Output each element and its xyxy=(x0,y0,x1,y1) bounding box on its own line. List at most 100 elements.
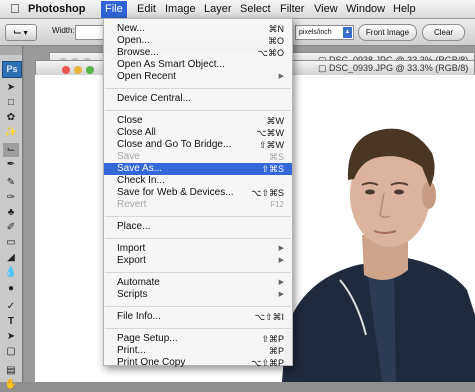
pen-tool-icon[interactable]: ✓ xyxy=(3,300,19,314)
menu-layer[interactable]: Layer xyxy=(204,3,232,15)
menu-item-label: Revert xyxy=(117,199,147,210)
zoom-window-button[interactable] xyxy=(86,66,94,74)
file-menu-dropdown: New... ⌘N Open... ⌘O Browse... ⌥⌘O Open As … xyxy=(103,18,293,369)
menu-bar:  Photoshop File Edit Image Layer Select… xyxy=(0,0,475,19)
menu-item-new[interactable]: New... ⌘N xyxy=(104,23,292,35)
menu-item-close-and-go-to-bridge[interactable]: Close and Go To Bridge... ⇧⌘W xyxy=(104,139,292,151)
menu-item-label: File Info... xyxy=(117,311,161,322)
menu-item-label: Place... xyxy=(117,221,151,232)
marquee-tool-icon[interactable]: □ xyxy=(3,96,19,110)
menu-item-shortcut: ⌘S xyxy=(268,152,284,162)
menu-item-label: Device Central... xyxy=(117,93,191,104)
menu-file[interactable]: File xyxy=(101,1,127,18)
menu-item-shortcut: ⌘W xyxy=(266,116,285,126)
menu-item-page-setup[interactable]: Page Setup... ⇧⌘P xyxy=(104,333,292,345)
history-brush-tool-icon[interactable]: ✐ xyxy=(3,221,19,235)
width-input[interactable] xyxy=(75,25,105,40)
dropdown-arrow-icon: ▼ xyxy=(22,30,30,37)
notes-tool-icon[interactable]: ▤ xyxy=(3,364,19,378)
menu-item-save-for-web[interactable]: Save for Web & Devices... ⌥⇧⌘S xyxy=(104,187,292,199)
menu-image[interactable]: Image xyxy=(165,3,196,15)
menu-item-label: Close and Go To Bridge... xyxy=(117,139,232,150)
menu-view[interactable]: View xyxy=(314,3,338,15)
path-selection-tool-icon[interactable]: ➤ xyxy=(3,330,19,344)
menu-item-shortcut: ⇧⌘S xyxy=(261,164,284,174)
menu-separator xyxy=(105,328,291,329)
menu-item-label: Close All xyxy=(117,127,156,138)
brush-tool-icon[interactable]: ✑ xyxy=(3,191,19,205)
portrait-image xyxy=(282,128,475,382)
menu-item-save: Save ⌘S xyxy=(104,151,292,163)
menu-item-save-as[interactable]: Save As... ⇧⌘S xyxy=(104,163,292,175)
menu-item-check-in[interactable]: Check In... xyxy=(104,175,292,187)
lasso-tool-icon[interactable]: ✿ xyxy=(3,111,19,125)
menu-item-shortcut: ⌥⇧⌘P xyxy=(251,358,284,368)
submenu-arrow-icon: ▶ xyxy=(278,73,284,80)
menu-item-import[interactable]: Import ▶ xyxy=(104,243,292,255)
select-arrows-icon: ▲ xyxy=(343,27,352,38)
tools-panel-header[interactable] xyxy=(0,46,22,55)
menu-item-label: Save As... xyxy=(117,163,163,174)
magic-wand-tool-icon[interactable]: ✨ xyxy=(3,126,19,140)
photoshop-logo: Ps xyxy=(2,61,22,78)
healing-brush-tool-icon[interactable]: ✎ xyxy=(3,176,19,190)
menu-item-shortcut: ⌥⇧⌘S xyxy=(251,188,284,198)
menu-item-label: Export xyxy=(117,255,146,266)
gradient-tool-icon[interactable]: ◢ xyxy=(3,251,19,265)
menu-item-label: New... xyxy=(117,23,145,34)
menu-item-browse[interactable]: Browse... ⌥⌘O xyxy=(104,47,292,59)
menu-item-print[interactable]: Print... ⌘P xyxy=(104,345,292,357)
move-tool-icon[interactable]: ➤ xyxy=(3,81,19,95)
menu-item-device-central[interactable]: Device Central... xyxy=(104,93,292,105)
shape-tool-icon[interactable]: ▢ xyxy=(3,345,19,359)
menu-item-open-recent[interactable]: Open Recent ▶ xyxy=(104,71,292,83)
eyedropper-tool-icon[interactable]: ✒ xyxy=(3,158,19,172)
document-icon: ▢ xyxy=(318,63,330,73)
menu-item-label: Print One Copy xyxy=(117,357,186,368)
dodge-tool-icon[interactable]: ● xyxy=(3,282,19,296)
menu-separator xyxy=(105,272,291,273)
menu-item-print-one-copy[interactable]: Print One Copy ⌥⇧⌘P xyxy=(104,357,292,369)
menu-item-open[interactable]: Open... ⌘O xyxy=(104,35,292,47)
submenu-arrow-icon: ▶ xyxy=(278,279,284,286)
menu-item-shortcut: ⇧⌘W xyxy=(258,140,284,150)
photo-portrait xyxy=(262,75,475,382)
front-image-button[interactable]: Front Image xyxy=(358,24,417,41)
resolution-units-select[interactable]: pixels/inch ▲ xyxy=(295,25,354,40)
minimize-window-button[interactable] xyxy=(74,66,82,74)
menu-item-scripts[interactable]: Scripts ▶ xyxy=(104,289,292,301)
menu-separator xyxy=(105,88,291,89)
document-title-text: DSC_0939.JPG @ 33.3% (RGB/8) xyxy=(329,63,469,73)
menu-item-label: Automate xyxy=(117,277,160,288)
menu-item-export[interactable]: Export ▶ xyxy=(104,255,292,267)
menu-item-close-all[interactable]: Close All ⌥⌘W xyxy=(104,127,292,139)
submenu-arrow-icon: ▶ xyxy=(278,257,284,264)
blur-tool-icon[interactable]: 💧 xyxy=(3,266,19,280)
menu-help[interactable]: Help xyxy=(393,3,416,15)
apple-menu-icon[interactable]:  xyxy=(10,2,20,16)
type-tool-icon[interactable]: T xyxy=(3,315,19,329)
close-window-button[interactable] xyxy=(62,66,70,74)
menu-select[interactable]: Select xyxy=(240,3,271,15)
menu-photoshop[interactable]: Photoshop xyxy=(28,3,85,15)
clone-stamp-tool-icon[interactable]: ♣ xyxy=(3,206,19,220)
clear-button[interactable]: Clear xyxy=(422,24,465,41)
crop-tool-icon[interactable]: ⌙ xyxy=(3,143,19,157)
crop-tool-preset-button[interactable]: ⌙▼ xyxy=(5,24,37,41)
document-title-0939: ▢ DSC_0939.JPG @ 33.3% (RGB/8) xyxy=(318,61,468,76)
menu-item-label: Scripts xyxy=(117,289,148,300)
menu-window[interactable]: Window xyxy=(346,3,385,15)
menu-item-label: Page Setup... xyxy=(117,333,178,344)
menu-item-label: Save for Web & Devices... xyxy=(117,187,234,198)
menu-separator xyxy=(105,306,291,307)
menu-filter[interactable]: Filter xyxy=(280,3,304,15)
hand-tool-icon[interactable]: ✋ xyxy=(3,378,19,392)
menu-item-file-info[interactable]: File Info... ⌥⇧⌘I xyxy=(104,311,292,323)
menu-edit[interactable]: Edit xyxy=(137,3,156,15)
menu-item-close[interactable]: Close ⌘W xyxy=(104,115,292,127)
menu-item-automate[interactable]: Automate ▶ xyxy=(104,277,292,289)
menu-item-place[interactable]: Place... xyxy=(104,221,292,233)
menu-item-label: Browse... xyxy=(117,47,159,58)
eraser-tool-icon[interactable]: ▭ xyxy=(3,236,19,250)
menu-item-open-as-smart-object[interactable]: Open As Smart Object... xyxy=(104,59,292,71)
